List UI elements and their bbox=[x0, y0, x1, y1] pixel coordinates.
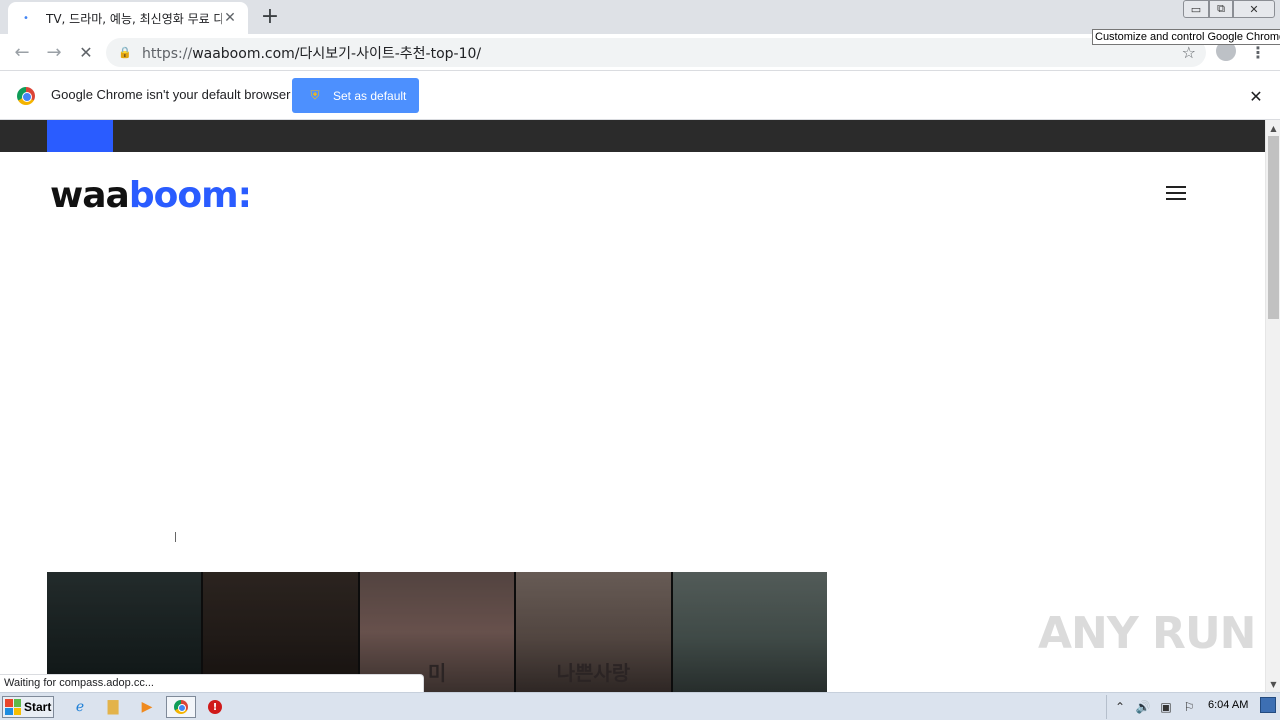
site-topbar bbox=[0, 120, 1265, 152]
system-tray: ⌃ 🔊 ▣ ⚐ bbox=[1106, 695, 1280, 719]
loading-dot-icon: • bbox=[23, 12, 29, 24]
shield-icon: ⛨ bbox=[310, 88, 320, 102]
scrollbar-thumb[interactable] bbox=[1268, 136, 1279, 319]
scroll-up-arrow-icon[interactable]: ▲ bbox=[1266, 122, 1280, 134]
windows-taskbar: Start ℯ ▇ ▶ ! ⌃ 🔊 ▣ ⚐ 6:04 AM bbox=[0, 692, 1280, 720]
chrome-logo-icon bbox=[17, 87, 35, 105]
logo-part-2: boom: bbox=[128, 175, 252, 216]
action-center-flag-icon[interactable]: ⚐ bbox=[1179, 697, 1199, 717]
network-icon[interactable]: ▣ bbox=[1156, 697, 1176, 717]
tab-title: TV, 드라마, 예능, 최신영화 무료 다시 bbox=[46, 11, 222, 26]
window-minimize-button[interactable]: ▭ bbox=[1183, 0, 1209, 18]
url-text: https://waaboom.com/다시보기-사이트-추천-top-10/ bbox=[142, 43, 481, 63]
browser-toolbar: ← → ✕ 🔒 https://waaboom.com/다시보기-사이트-추천-… bbox=[0, 34, 1280, 71]
infobar-message: Google Chrome isn't your default browser bbox=[51, 87, 291, 102]
default-browser-infobar: Google Chrome isn't your default browser… bbox=[0, 71, 1280, 120]
topbar-accent-block bbox=[47, 120, 113, 152]
file-explorer-icon[interactable]: ▇ bbox=[103, 697, 123, 717]
show-desktop-icon[interactable] bbox=[1260, 697, 1276, 713]
site-logo[interactable]: waaboom: bbox=[50, 172, 252, 220]
taskbar-clock[interactable]: 6:04 AM bbox=[1208, 699, 1248, 711]
media-player-icon[interactable]: ▶ bbox=[137, 697, 157, 717]
tab-close-icon[interactable]: ✕ bbox=[222, 10, 238, 26]
logo-part-1: waa bbox=[50, 175, 130, 216]
chrome-taskbar-icon[interactable] bbox=[166, 696, 196, 718]
tray-expand-icon[interactable]: ⌃ bbox=[1110, 697, 1130, 717]
tab-strip: • TV, 드라마, 예능, 최신영화 무료 다시 ✕ + ▭ ⧉ ✕ bbox=[0, 0, 1280, 34]
window-maximize-button[interactable]: ⧉ bbox=[1209, 0, 1233, 18]
back-button[interactable]: ← bbox=[10, 40, 34, 64]
new-tab-button[interactable]: + bbox=[258, 5, 282, 29]
chrome-logo-icon bbox=[174, 700, 188, 714]
page-scrollbar[interactable]: ▲ ▼ bbox=[1265, 120, 1280, 692]
hamburger-menu-icon[interactable] bbox=[1166, 186, 1186, 200]
browser-tab[interactable]: • TV, 드라마, 예능, 최신영화 무료 다시 ✕ bbox=[8, 2, 248, 34]
stop-app-icon[interactable]: ! bbox=[205, 697, 225, 717]
set-as-default-label: Set as default bbox=[333, 88, 407, 103]
windows-logo-icon bbox=[5, 699, 21, 715]
forward-button[interactable]: → bbox=[42, 40, 66, 64]
url-scheme: https:// bbox=[142, 45, 193, 62]
text-cursor bbox=[175, 532, 176, 542]
address-bar[interactable]: 🔒 https://waaboom.com/다시보기-사이트-추천-top-10… bbox=[106, 38, 1206, 67]
set-as-default-button[interactable]: ⛨ Set as default bbox=[292, 78, 419, 113]
menu-tooltip: Customize and control Google Chrome bbox=[1092, 29, 1280, 45]
page-viewport: waaboom: 미 나쁜사랑 bbox=[0, 120, 1265, 692]
lock-icon[interactable]: 🔒 bbox=[118, 46, 132, 60]
start-button[interactable]: Start bbox=[2, 696, 54, 718]
url-path: waaboom.com/다시보기-사이트-추천-top-10/ bbox=[192, 45, 482, 62]
window-close-button[interactable]: ✕ bbox=[1233, 0, 1275, 18]
start-label: Start bbox=[24, 700, 52, 714]
anyrun-watermark: ANY RUN bbox=[1038, 608, 1256, 659]
internet-explorer-icon[interactable]: ℯ bbox=[70, 697, 90, 717]
volume-icon[interactable]: 🔊 bbox=[1133, 697, 1153, 717]
bookmark-star-icon[interactable]: ☆ bbox=[1182, 43, 1196, 62]
status-bubble: Waiting for compass.adop.cc... bbox=[0, 674, 424, 693]
scroll-down-arrow-icon[interactable]: ▼ bbox=[1266, 678, 1280, 690]
infobar-close-icon[interactable]: ✕ bbox=[1247, 87, 1265, 106]
stop-loading-button[interactable]: ✕ bbox=[74, 40, 98, 64]
